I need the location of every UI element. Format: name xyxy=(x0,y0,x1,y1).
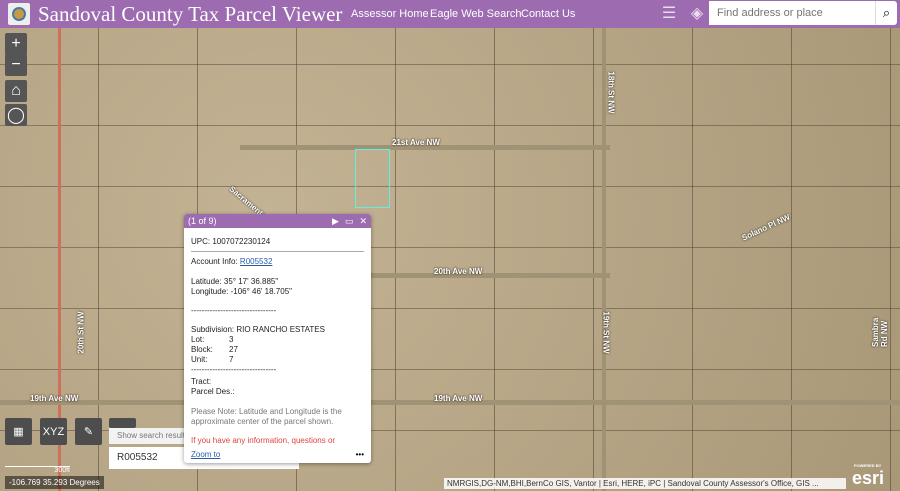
basemap-gallery-icon[interactable]: ▦ xyxy=(5,418,32,445)
parcel-description: Parcel Des.: xyxy=(191,387,235,396)
eagle-web-search-link[interactable]: Eagle Web Search xyxy=(430,8,522,20)
more-actions-icon[interactable]: ••• xyxy=(356,450,364,459)
measure-icon[interactable]: ✎ xyxy=(75,418,102,445)
popup-info-text: If you have any information, questions o… xyxy=(191,436,336,445)
street-label: 20th St NW xyxy=(76,311,86,354)
lot: Lot: 3 xyxy=(191,335,234,344)
search-widget-icon[interactable] xyxy=(109,418,136,428)
scale-bar: 300ft xyxy=(5,466,70,474)
layers-icon[interactable]: ◈ xyxy=(686,3,708,25)
latitude: Latitude: 35° 17' 36.885" xyxy=(191,277,279,286)
divider: -------------------------------- xyxy=(191,365,277,374)
street-label: 21st Ave NW xyxy=(392,138,440,147)
street-label: 18th St NW xyxy=(606,71,616,114)
street-label: 19th St NW xyxy=(601,311,611,354)
assessor-home-link[interactable]: Assessor Home xyxy=(351,8,429,20)
map-view[interactable]: 21st Ave NW 20th Ave NW 19th Ave NW 19th… xyxy=(0,28,900,491)
address-search: ⌕ xyxy=(709,1,897,25)
locate-icon[interactable]: ◯ xyxy=(5,104,27,126)
popup-counter: (1 of 9) xyxy=(188,216,217,226)
subdivision: Subdivision: RIO RANCHO ESTATES xyxy=(191,325,325,334)
street-label: Solano Pl NW xyxy=(740,212,792,243)
zoom-in-icon[interactable]: + xyxy=(5,33,27,55)
coordinate-readout: -106.769 35.293 Degrees xyxy=(5,476,104,489)
account-link[interactable]: R005532 xyxy=(240,257,272,266)
zoom-out-icon[interactable]: − xyxy=(5,54,27,76)
esri-logo: POWERED BY esri xyxy=(852,463,885,488)
attribution: NMRGIS,DG-NM,BHI,BernCo GIS, Vantor | Es… xyxy=(444,478,846,489)
tract: Tract: xyxy=(191,377,212,386)
street-label: 19th Ave NW xyxy=(434,394,483,403)
popup-note: Please Note: Latitude and Longitude is t… xyxy=(191,407,342,426)
selected-parcel-highlight[interactable] xyxy=(355,149,390,208)
account-info: Account Info: R005532 xyxy=(191,257,273,266)
contact-us-link[interactable]: Contact Us xyxy=(521,8,575,20)
street-label: 20th Ave NW xyxy=(434,267,483,276)
zoom-to-link[interactable]: Zoom to xyxy=(191,450,220,459)
longitude: Longitude: -106° 46' 18.705" xyxy=(191,287,292,296)
county-seal-logo xyxy=(8,3,30,25)
road-18th-st xyxy=(602,28,606,491)
popup-header: (1 of 9) ▶ ▭ ✕ xyxy=(184,214,371,228)
close-icon[interactable]: ✕ xyxy=(359,216,367,227)
parcel-popup: (1 of 9) ▶ ▭ ✕ UPC: 1007072230124 Account … xyxy=(184,214,371,463)
dock-icon[interactable]: ▭ xyxy=(345,216,354,227)
app-header: Sandoval County Tax Parcel Viewer Assess… xyxy=(0,0,900,28)
street-label: Sambra Rd NW xyxy=(871,317,889,347)
home-icon[interactable]: ⌂ xyxy=(5,80,27,102)
app-title: Sandoval County Tax Parcel Viewer xyxy=(38,1,343,26)
block: Block: 27 xyxy=(191,345,238,354)
street-label: 19th Ave NW xyxy=(30,394,79,403)
legend-icon[interactable]: ☰ xyxy=(658,3,680,25)
address-search-input[interactable] xyxy=(709,1,875,25)
xyz-coordinate-icon[interactable]: XYZ xyxy=(40,418,67,445)
unit: Unit: 7 xyxy=(191,355,234,364)
upc: UPC: 1007072230124 xyxy=(191,237,271,246)
search-icon[interactable]: ⌕ xyxy=(875,1,897,25)
next-icon[interactable]: ▶ xyxy=(332,216,339,227)
divider: -------------------------------- xyxy=(191,306,277,315)
